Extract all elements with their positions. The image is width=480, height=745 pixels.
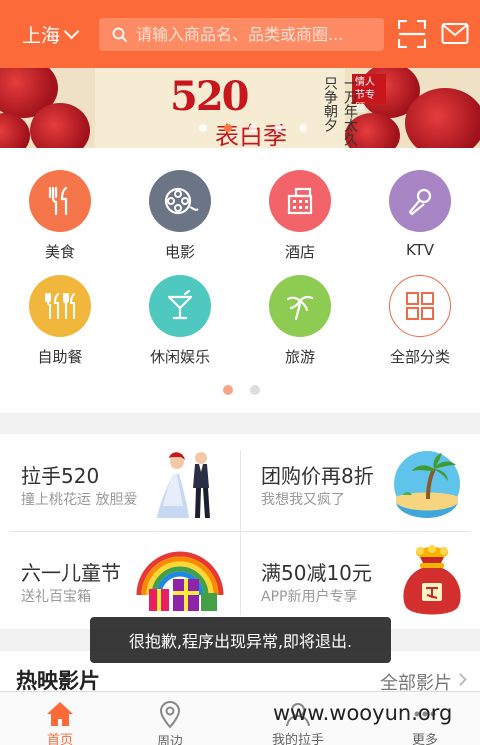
category-label: 休闲娱乐 — [149, 348, 210, 366]
category-movie[interactable]: 电影 — [120, 170, 240, 262]
category-grid: 美食 电影 酒店 KTV 自助餐 休闲娱乐 旅游 全部分类 — [0, 148, 480, 413]
top-header: 上海 — [0, 0, 480, 68]
category-label: 自助餐 — [37, 348, 83, 366]
category-pager — [223, 385, 260, 395]
mail-icon[interactable] — [441, 20, 469, 48]
city-selector[interactable]: 上海 — [0, 21, 92, 48]
fork-knife-icon — [29, 170, 91, 232]
money-bag-illustration — [403, 545, 461, 615]
promo-subtitle: 送礼百宝箱 — [21, 589, 91, 605]
category-label: 美食 — [44, 243, 75, 261]
tab-home[interactable]: 首页 — [0, 692, 120, 745]
promo-card-discount[interactable]: 团购价再8折 我想我又疯了 — [240, 434, 480, 531]
cocktail-icon — [149, 275, 211, 337]
rainbow-gift-illustration — [136, 551, 224, 611]
category-all[interactable]: 全部分类 — [360, 275, 480, 367]
tab-label: 我的拉手 — [271, 733, 324, 745]
promo-title: 团购价再8折 — [261, 464, 374, 488]
category-label: 电影 — [164, 243, 195, 261]
promo-subtitle: 我想我又疯了 — [261, 492, 345, 508]
chevron-right-icon — [454, 673, 467, 686]
hotel-building-icon — [269, 170, 331, 232]
search-icon — [112, 27, 128, 42]
home-icon — [46, 701, 74, 727]
microphone-icon — [389, 170, 451, 232]
category-hotel[interactable]: 酒店 — [240, 170, 360, 262]
pager-dot — [299, 124, 307, 132]
promo-subtitle: 撞上桃花运 放胆爱 — [21, 492, 138, 508]
category-travel[interactable]: 旅游 — [240, 275, 360, 367]
promo-card-lashou520[interactable]: 拉手520 撞上桃花运 放胆爱 — [0, 434, 240, 531]
island-illustration — [394, 451, 460, 518]
promo-subtitle: APP新用户专享 — [261, 589, 358, 605]
buffet-utensils-icon — [29, 275, 91, 337]
palm-tree-icon — [269, 275, 331, 337]
category-buffet[interactable]: 自助餐 — [0, 275, 120, 367]
city-label: 上海 — [22, 24, 61, 47]
search-input[interactable] — [136, 25, 384, 44]
pager-dot — [224, 124, 232, 132]
film-reel-icon — [149, 170, 211, 232]
category-food[interactable]: 美食 — [0, 170, 120, 262]
couple-illustration — [157, 452, 210, 518]
search-box[interactable] — [99, 18, 384, 51]
grid-icon — [389, 275, 451, 337]
promo-banner[interactable]: 520 表白季 情人节专题 一万年太久 只争朝夕 — [0, 68, 480, 148]
promo-title: 拉手520 — [21, 464, 100, 488]
category-label: 旅游 — [284, 348, 315, 366]
banner-vertical-text: 一万年太久 只争朝夕 — [322, 76, 358, 146]
promo-card-childrens-day[interactable]: 六一儿童节 送礼百宝箱 — [0, 531, 240, 628]
category-label: 酒店 — [284, 243, 315, 261]
category-label: KTV — [405, 241, 435, 259]
pager-dot — [250, 385, 260, 395]
pager-dot — [249, 124, 257, 132]
scan-icon[interactable] — [398, 20, 426, 48]
category-label: 全部分类 — [389, 348, 450, 366]
chevron-down-icon — [63, 23, 80, 39]
tab-label: 更多 — [411, 733, 438, 745]
promo-title: 满50减10元 — [261, 561, 372, 585]
category-leisure[interactable]: 休闲娱乐 — [120, 275, 240, 367]
category-ktv[interactable]: KTV — [360, 170, 480, 259]
banner-headline: 520 — [170, 73, 249, 120]
banner-pager — [199, 124, 307, 132]
promo-section: 拉手520 撞上桃花运 放胆爱 团购价再8折 我想我又疯了 六一儿童节 送礼百宝… — [0, 434, 480, 629]
pager-dot — [274, 124, 282, 132]
watermark-text: www.wooyun.org — [273, 701, 453, 725]
error-toast: 很抱歉,程序出现异常,即将退出. — [90, 617, 391, 663]
pager-dot — [199, 124, 207, 132]
tab-nearby[interactable]: 周边 — [110, 692, 230, 745]
tab-label: 首页 — [46, 733, 73, 745]
tab-label: 周边 — [156, 735, 183, 745]
pager-dot — [223, 385, 233, 395]
promo-card-new-user[interactable]: 满50减10元 APP新用户专享 — [240, 531, 480, 628]
promo-title: 六一儿童节 — [21, 561, 121, 585]
banner-subtitle: 表白季 — [215, 122, 287, 148]
location-pin-icon — [159, 701, 181, 729]
